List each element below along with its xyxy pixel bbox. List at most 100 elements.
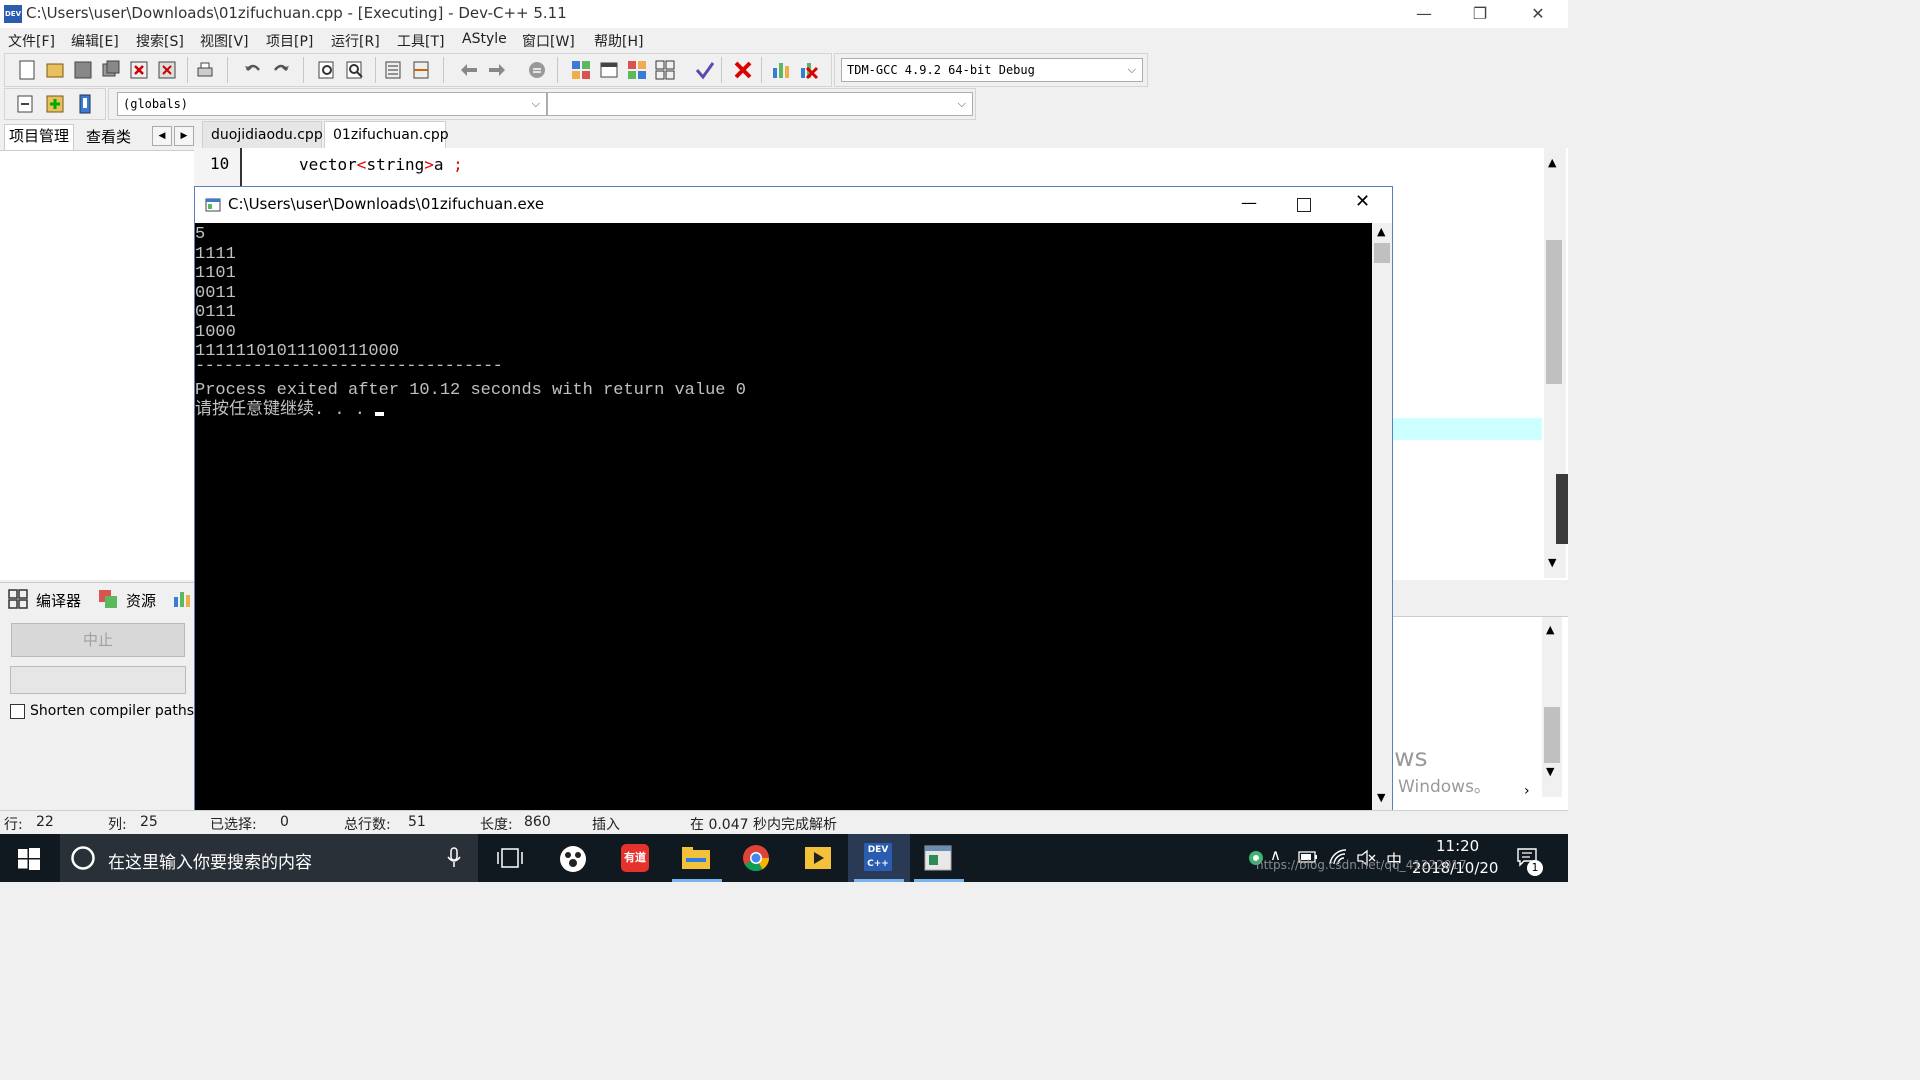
- minimize-button[interactable]: —: [1396, 0, 1452, 28]
- clock-time[interactable]: 11:20: [1436, 837, 1479, 855]
- status-lines-value: 51: [408, 814, 426, 830]
- scroll-right-icon[interactable]: ›: [1524, 783, 1530, 799]
- taskbar-app-youdao[interactable]: 有道: [604, 834, 666, 882]
- undo-icon[interactable]: [243, 60, 263, 80]
- scroll-up-icon[interactable]: ▲: [1548, 156, 1556, 169]
- unindent-icon[interactable]: [411, 60, 431, 80]
- task-view-icon[interactable]: [496, 847, 524, 869]
- close-button[interactable]: ✕: [1510, 0, 1566, 28]
- tab-scroll-left-icon[interactable]: ◀: [152, 126, 172, 146]
- compile-icon[interactable]: [571, 60, 591, 80]
- stop-execution-icon[interactable]: [733, 60, 753, 80]
- shorten-paths-checkbox[interactable]: [10, 704, 25, 719]
- windows-start-icon[interactable]: [18, 848, 40, 870]
- console-scrollbar[interactable]: ▲ ▼: [1372, 223, 1392, 810]
- indent-icon[interactable]: [383, 60, 403, 80]
- open-file-icon[interactable]: [45, 60, 65, 80]
- scroll-up-icon[interactable]: ▲: [1546, 623, 1554, 636]
- media-player-icon: [805, 847, 831, 869]
- code-token-var: a: [433, 155, 454, 174]
- scroll-thumb[interactable]: [1544, 707, 1560, 763]
- taskbar-search-box[interactable]: 在这里输入你要搜索的内容: [60, 834, 478, 882]
- cortana-icon: [71, 846, 95, 870]
- menu-window[interactable]: 窗口[W]: [522, 31, 575, 51]
- menu-search[interactable]: 搜索[S]: [136, 31, 184, 51]
- print-icon[interactable]: [195, 60, 215, 80]
- tab-scroll-right-icon[interactable]: ▶: [174, 126, 194, 146]
- comment-icon[interactable]: [527, 60, 547, 80]
- log-scrollbar[interactable]: ▲ ▼: [1542, 617, 1562, 797]
- blog-url-watermark: https://blog.csdn.net/qq_41222017: [1256, 858, 1467, 872]
- menu-astyle[interactable]: AStyle: [462, 31, 507, 47]
- replace-icon[interactable]: [345, 60, 365, 80]
- chevron-down-icon: ⌵: [1127, 63, 1136, 76]
- menu-file[interactable]: 文件[F]: [8, 31, 55, 51]
- compiler-select-value: TDM-GCC 4.9.2 64-bit Debug: [847, 63, 1035, 77]
- tab-class-browser[interactable]: 查看类: [86, 126, 131, 147]
- project-options-icon[interactable]: [75, 94, 95, 114]
- taskbar-app-chrome[interactable]: [726, 834, 788, 882]
- left-panel: 项目管理 查看类 ◀ ▶ 编译器 资源 中止 Shorten compiler …: [0, 120, 194, 810]
- scroll-down-icon[interactable]: ▼: [1546, 765, 1554, 778]
- chevron-down-icon: ⌵: [957, 97, 966, 110]
- project-toolbar: [4, 88, 106, 120]
- scroll-thumb[interactable]: [1374, 243, 1390, 263]
- console-window[interactable]: C:\Users\user\Downloads\01zifuchuan.exe …: [194, 186, 1393, 811]
- new-project-icon[interactable]: [15, 94, 35, 114]
- taskbar-app-explorer[interactable]: [666, 834, 728, 882]
- scroll-down-icon[interactable]: ▼: [1377, 791, 1385, 804]
- menu-edit[interactable]: 编辑[E]: [71, 31, 119, 51]
- tab-duojidiaodu[interactable]: duojidiaodu.cpp: [202, 121, 323, 149]
- console-close-button[interactable]: ✕: [1355, 191, 1370, 212]
- compiler-select[interactable]: TDM-GCC 4.9.2 64-bit Debug ⌵: [841, 58, 1143, 82]
- syntax-check-icon[interactable]: [695, 60, 715, 80]
- scroll-down-icon[interactable]: ▼: [1548, 556, 1556, 569]
- close-all-icon[interactable]: [157, 60, 177, 80]
- status-row-value: 22: [36, 814, 54, 830]
- compile-run-icon[interactable]: [627, 60, 647, 80]
- menu-view[interactable]: 视图[V]: [200, 31, 249, 51]
- find-icon[interactable]: [317, 60, 337, 80]
- compile-log-chart-icon[interactable]: [172, 589, 192, 609]
- menu-tools[interactable]: 工具[T]: [397, 31, 444, 51]
- console-maximize-button[interactable]: [1297, 198, 1311, 212]
- console-minimize-button[interactable]: —: [1241, 193, 1257, 212]
- menu-project[interactable]: 项目[P]: [266, 31, 313, 51]
- current-line-highlight: [1392, 418, 1542, 440]
- dev-cpp-icon: DEV C++: [864, 843, 892, 871]
- add-to-project-icon[interactable]: [45, 94, 65, 114]
- taskbar-app-console[interactable]: [908, 834, 970, 882]
- save-icon[interactable]: [73, 60, 93, 80]
- scroll-thumb[interactable]: [1546, 240, 1562, 384]
- goto-bookmark-icon[interactable]: [487, 60, 507, 80]
- project-tree[interactable]: [0, 150, 194, 580]
- abort-compilation-button[interactable]: 中止: [11, 623, 185, 657]
- redo-icon[interactable]: [271, 60, 291, 80]
- tab-compiler[interactable]: 编译器: [36, 590, 81, 611]
- taskbar-app-baidu[interactable]: [542, 834, 604, 882]
- console-app-icon: [205, 198, 221, 212]
- microphone-icon[interactable]: [446, 847, 462, 869]
- console-title-bar: C:\Users\user\Downloads\01zifuchuan.exe …: [195, 187, 1392, 223]
- run-icon[interactable]: [599, 60, 619, 80]
- tab-project-manager[interactable]: 项目管理: [4, 124, 75, 150]
- new-file-icon[interactable]: [17, 60, 37, 80]
- scope-select[interactable]: (globals) ⌵: [117, 92, 547, 116]
- console-separator: --------------------------------: [195, 357, 503, 376]
- menu-help[interactable]: 帮助[H]: [594, 31, 643, 51]
- console-output[interactable]: 5 1111 1101 0011 0111 1000 1111110101110…: [195, 223, 1371, 810]
- toggle-bookmark-icon[interactable]: [459, 60, 479, 80]
- taskbar-app-devcpp[interactable]: DEV C++: [848, 834, 910, 882]
- taskbar-app-player[interactable]: [788, 834, 850, 882]
- profile-chart-icon[interactable]: [771, 60, 791, 80]
- restore-button[interactable]: ❐: [1452, 0, 1508, 28]
- tab-01zifuchuan[interactable]: 01zifuchuan.cpp: [324, 121, 449, 149]
- delete-profile-icon[interactable]: [799, 60, 819, 80]
- symbol-select[interactable]: ⌵: [547, 92, 973, 116]
- menu-run[interactable]: 运行[R]: [331, 31, 380, 51]
- save-all-icon[interactable]: [101, 60, 121, 80]
- tab-resources[interactable]: 资源: [126, 590, 156, 611]
- close-file-icon[interactable]: [129, 60, 149, 80]
- rebuild-all-icon[interactable]: [655, 60, 675, 80]
- scroll-up-icon[interactable]: ▲: [1377, 225, 1385, 238]
